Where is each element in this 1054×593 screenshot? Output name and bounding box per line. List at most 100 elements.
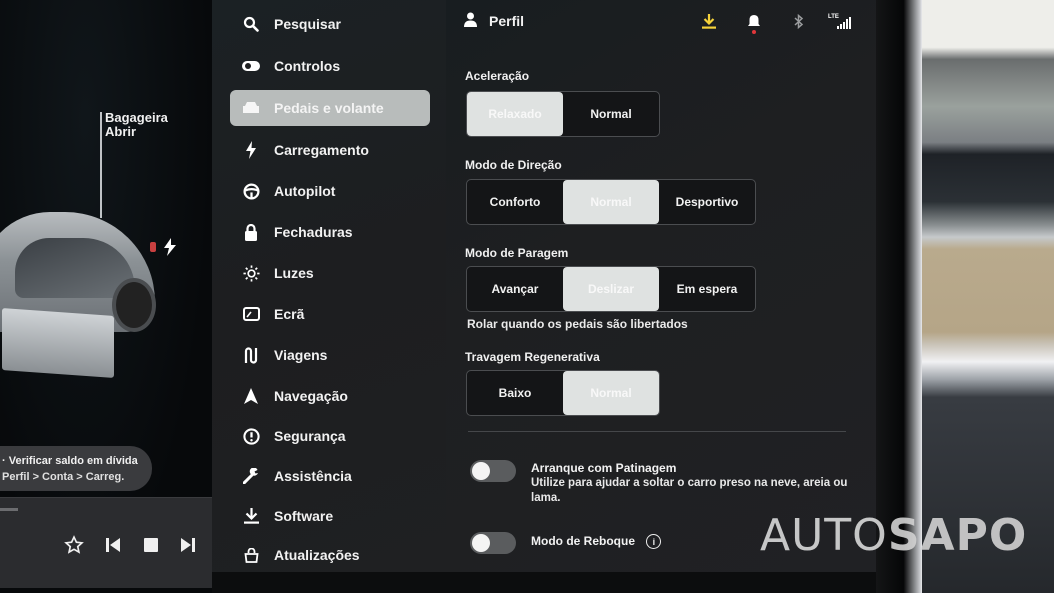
- settings-sidebar: Pesquisar Controlos Pedais e volante Car…: [212, 0, 446, 575]
- trunk-button[interactable]: Bagageira Abrir: [105, 111, 168, 139]
- sidebar-item-service[interactable]: Assistência: [230, 458, 430, 494]
- charge-port-bolt-icon[interactable]: [163, 238, 177, 261]
- lock-icon: [240, 223, 262, 241]
- acceleration-option-relaxed[interactable]: Relaxado: [467, 92, 563, 136]
- stopping-mode-label: Modo de Paragem: [465, 246, 569, 260]
- toggle-knob: [472, 534, 490, 552]
- regen-option-low[interactable]: Baixo: [467, 371, 563, 415]
- watermark-auto: AUTO: [760, 510, 888, 561]
- sidebar-item-controls[interactable]: Controlos: [230, 48, 430, 84]
- car-door-open[interactable]: [2, 308, 114, 378]
- sidebar-item-label: Fechaduras: [274, 224, 353, 240]
- sidebar-item-pedals-steering[interactable]: Pedais e volante: [230, 90, 430, 126]
- notification-bell-icon[interactable]: [748, 14, 760, 34]
- trunk-callout-line: [100, 112, 102, 218]
- section-divider: [468, 431, 846, 432]
- profile-label: Perfil: [489, 13, 525, 29]
- sidebar-item-locks[interactable]: Fechaduras: [230, 214, 430, 250]
- regen-option-normal[interactable]: Normal: [563, 371, 659, 415]
- stopping-option-creep[interactable]: Avançar: [467, 267, 563, 311]
- sidebar-item-software[interactable]: Software: [230, 498, 430, 534]
- steering-wheel-icon: [240, 182, 262, 200]
- sidebar-item-label: Autopilot: [274, 183, 336, 199]
- steering-option-comfort[interactable]: Conforto: [467, 180, 563, 224]
- acceleration-selector: Relaxado Normal: [466, 91, 660, 137]
- route-icon: [240, 346, 262, 364]
- sidebar-item-label: Segurança: [274, 428, 346, 444]
- steering-mode-selector: Conforto Normal Desportivo: [466, 179, 756, 225]
- stopping-mode-helper: Rolar quando os pedais são libertados: [467, 317, 688, 331]
- update-bag-icon: [240, 547, 262, 563]
- car-icon: [240, 101, 262, 115]
- sidebar-item-safety[interactable]: Segurança: [230, 418, 430, 454]
- wrench-icon: [240, 468, 262, 484]
- car-interior-background: [922, 0, 1054, 593]
- trunk-action: Abrir: [105, 124, 137, 139]
- sidebar-item-search[interactable]: Pesquisar: [230, 6, 430, 42]
- alert-circle-icon: [240, 427, 262, 445]
- slip-start-title: Arranque com Patinagem: [531, 461, 677, 475]
- profile-button[interactable]: Perfil: [464, 12, 524, 30]
- sidebar-item-navigation[interactable]: Navegação: [230, 378, 430, 414]
- regen-braking-label: Travagem Regenerativa: [465, 350, 600, 364]
- slip-start-toggle[interactable]: [470, 460, 516, 482]
- watermark-sapo: SAPO: [887, 510, 1028, 561]
- sidebar-item-label: Assistência: [274, 468, 352, 484]
- screen-bezel: [876, 0, 922, 593]
- tow-mode-row: Modo de Reboque i: [531, 534, 662, 550]
- notification-path: Perfil > Conta > Carreg.: [2, 471, 125, 483]
- sidebar-item-trips[interactable]: Viagens: [230, 337, 430, 373]
- search-icon: [240, 16, 262, 32]
- sidebar-item-lights[interactable]: Luzes: [230, 255, 430, 291]
- tow-mode-toggle[interactable]: [470, 532, 516, 554]
- info-icon[interactable]: i: [646, 534, 662, 550]
- sidebar-item-label: Pesquisar: [274, 16, 341, 32]
- steering-option-normal[interactable]: Normal: [563, 180, 659, 224]
- notification-title: · Verificar saldo em dívida: [2, 455, 138, 467]
- settings-content: Perfil LTE Aceleração Relaxado Normal Mo…: [446, 0, 876, 575]
- media-player-bar: [0, 497, 218, 588]
- sidebar-item-label: Viagens: [274, 347, 328, 363]
- notification-pill[interactable]: · Verificar saldo em dívida Perfil > Con…: [0, 446, 152, 491]
- sidebar-item-label: Software: [274, 508, 334, 524]
- favorite-star-icon[interactable]: [63, 534, 85, 556]
- sun-icon: [240, 264, 262, 282]
- next-track-icon[interactable]: [177, 534, 199, 556]
- charge-port-light: [150, 242, 156, 252]
- sidebar-item-updates[interactable]: Atualizações: [230, 537, 430, 573]
- lte-signal-icon: LTE: [828, 12, 852, 30]
- stopping-option-roll[interactable]: Deslizar: [563, 267, 659, 311]
- sidebar-item-display[interactable]: Ecrã: [230, 296, 430, 332]
- bluetooth-icon[interactable]: [794, 14, 804, 29]
- stop-icon[interactable]: [140, 534, 162, 556]
- media-progress-bar[interactable]: [0, 508, 18, 511]
- user-icon: [464, 12, 477, 30]
- bolt-icon: [240, 141, 262, 159]
- car-wheel: [112, 278, 156, 332]
- toggle-knob: [472, 462, 490, 480]
- svg-text:LTE: LTE: [828, 14, 839, 20]
- toggle-icon: [240, 60, 262, 72]
- tow-mode-title: Modo de Reboque: [531, 534, 635, 548]
- display-icon: [240, 307, 262, 321]
- download-icon: [240, 508, 262, 524]
- steering-option-sport[interactable]: Desportivo: [659, 180, 755, 224]
- slip-start-description: Utilize para ajudar a soltar o carro pre…: [531, 477, 848, 504]
- trunk-label: Bagageira: [105, 110, 168, 125]
- sidebar-item-label: Carregamento: [274, 142, 369, 158]
- sidebar-item-autopilot[interactable]: Autopilot: [230, 173, 430, 209]
- navigation-arrow-icon: [240, 388, 262, 404]
- sidebar-item-label: Pedais e volante: [274, 100, 384, 116]
- sidebar-item-charging[interactable]: Carregamento: [230, 132, 430, 168]
- stopping-option-hold[interactable]: Em espera: [659, 267, 755, 311]
- car-view-panel: Bagageira Abrir · Verificar saldo em dív…: [0, 0, 218, 593]
- sidebar-item-label: Luzes: [274, 265, 314, 281]
- software-download-icon[interactable]: [702, 14, 716, 29]
- stopping-mode-selector: Avançar Deslizar Em espera: [466, 266, 756, 312]
- sidebar-item-label: Controlos: [274, 58, 341, 74]
- sidebar-item-label: Ecrã: [274, 306, 305, 322]
- autosapo-watermark: AUTOSAPO: [760, 510, 1027, 561]
- previous-track-icon[interactable]: [102, 534, 124, 556]
- steering-mode-label: Modo de Direção: [465, 158, 562, 172]
- acceleration-option-normal[interactable]: Normal: [563, 92, 659, 136]
